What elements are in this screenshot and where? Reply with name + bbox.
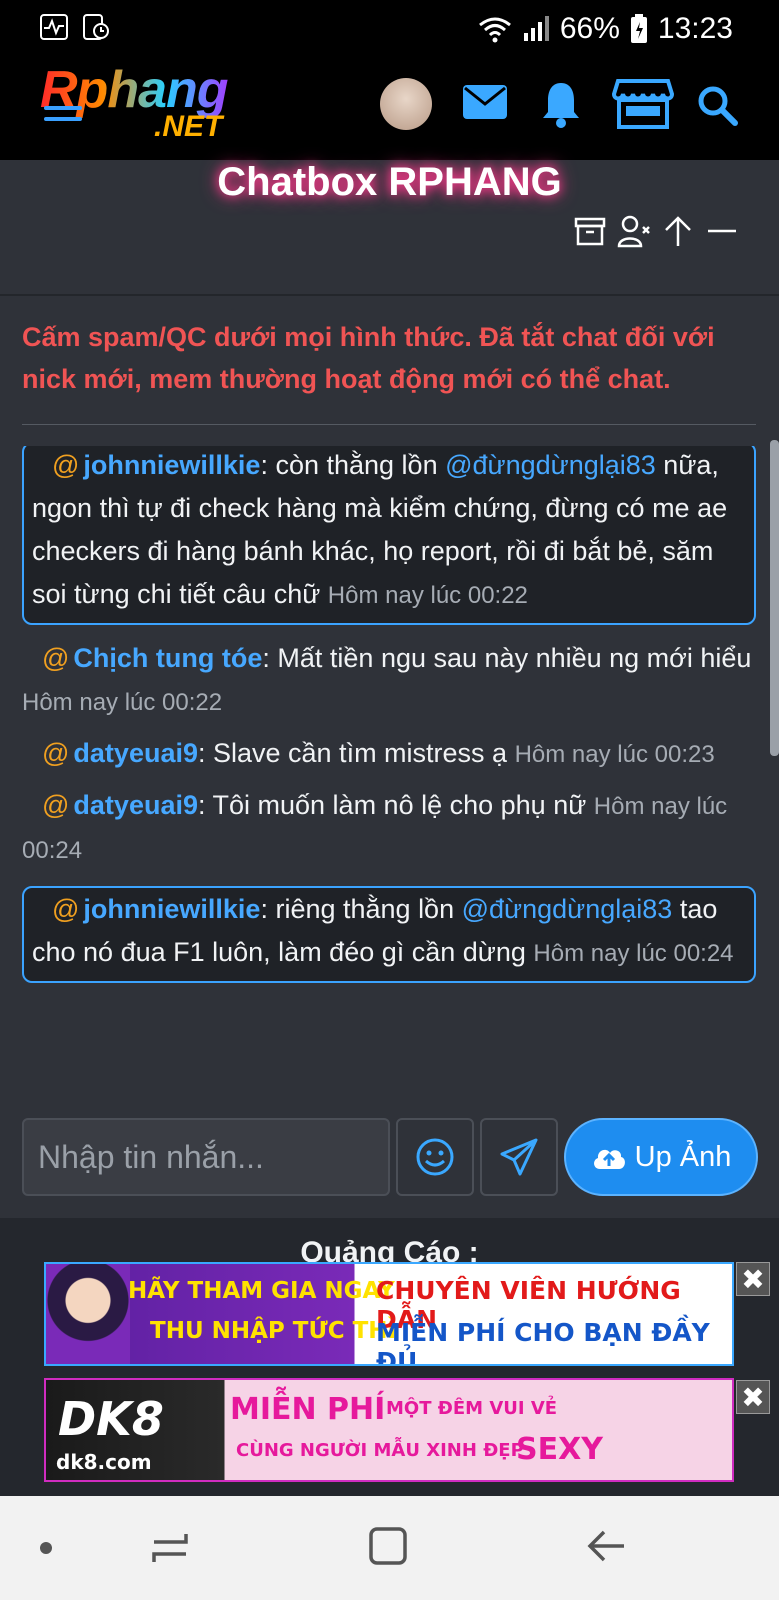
back-icon[interactable]	[586, 1528, 626, 1564]
activity-icon	[40, 14, 68, 40]
ad-banner-1[interactable]: HÃY THAM GIA NGAY THU NHẬP TỨC THÌ CHUYÊ…	[44, 1262, 734, 1366]
nav-dot-icon[interactable]	[38, 1540, 54, 1556]
site-logo[interactable]: Rphang .NET	[36, 60, 346, 156]
at-sign: @	[52, 894, 80, 924]
ad-banner-2[interactable]: DK8 dk8.com MIỄN PHÍ MỘT ĐÊM VUI VẺ CÙNG…	[44, 1378, 734, 1482]
emoji-button[interactable]	[396, 1118, 474, 1196]
chat-message: @ Chịch tung tóe: Mất tiền ngu sau này nh…	[22, 637, 756, 724]
ad-text: SEXY	[516, 1432, 603, 1467]
ads-section: Quảng Cáo : HÃY THAM GIA NGAY THU NHẬP T…	[0, 1218, 779, 1496]
user-remove-icon[interactable]	[617, 214, 651, 248]
message-time: Hôm nay lúc 00:24	[533, 940, 734, 967]
ad-brand: DK8	[58, 1392, 164, 1446]
smiley-icon	[416, 1138, 454, 1176]
mail-icon[interactable]	[462, 84, 508, 120]
wifi-icon	[478, 17, 511, 43]
recent-apps-icon[interactable]	[150, 1530, 190, 1566]
message-username[interactable]: johnniewillkie	[83, 894, 260, 924]
chat-message: @ datyeuai9: Slave cần tìm mistress ạ Hôm…	[22, 732, 756, 776]
battery-percent: 66%	[559, 12, 620, 45]
message-text: : Slave cần tìm mistress ạ	[197, 738, 515, 768]
archive-icon[interactable]	[573, 214, 607, 248]
ad-domain: dk8.com	[56, 1450, 152, 1474]
chat-message: @ johnniewillkie: riêng thằng lồn @đừngdừ…	[22, 886, 756, 983]
message-text: : còn thằng lồn	[260, 450, 446, 480]
at-sign: @	[42, 790, 70, 820]
signal-icon	[523, 16, 549, 41]
battery-icon	[630, 14, 647, 43]
user-avatar[interactable]	[380, 78, 432, 130]
message-time: Hôm nay lúc 00:23	[514, 741, 715, 768]
site-header: Rphang .NET	[0, 54, 779, 160]
message-mention[interactable]: @đừngdừnglại83	[462, 894, 673, 924]
message-text: : Mất tiền ngu sau này nhiều ng mới hiểu	[262, 643, 752, 673]
chat-message: @ datyeuai9: Tôi muốn làm nô lệ cho phụ n…	[22, 784, 756, 872]
at-sign: @	[52, 450, 80, 480]
chatbox-toolbar	[573, 214, 739, 248]
hamburger-menu-icon[interactable]	[44, 106, 82, 128]
ad-text: MIỄN PHÍ CHO BẠN ĐẦY ĐỦ	[376, 1318, 710, 1366]
at-sign: @	[42, 738, 70, 768]
android-nav-bar	[0, 1496, 779, 1600]
chat-messages[interactable]: @ johnniewillkie: còn thằng lồn @đừngdừng…	[22, 446, 756, 1096]
message-input[interactable]	[22, 1118, 390, 1196]
message-username[interactable]: datyeuai9	[73, 790, 198, 820]
ad-text: MIỄN PHÍ	[230, 1392, 386, 1427]
home-icon[interactable]	[368, 1526, 408, 1566]
ad-text: CÙNG NGƯỜI MẪU XINH ĐẸP	[236, 1440, 524, 1461]
message-username[interactable]: johnniewillkie	[83, 450, 260, 480]
arrow-up-icon[interactable]	[661, 214, 695, 248]
search-icon[interactable]	[696, 84, 738, 126]
message-text: : Tôi muốn làm nô lệ cho phụ nữ	[197, 790, 594, 820]
logo-line2: .NET	[154, 110, 223, 143]
messages-scrollbar[interactable]	[770, 440, 779, 756]
ad-text: MỘT ĐÊM VUI VẺ	[386, 1398, 558, 1419]
divider	[0, 294, 779, 296]
chatbox-title: Chatbox RPHANG	[217, 160, 562, 204]
upload-label: Up Ảnh	[634, 1140, 732, 1173]
upload-image-button[interactable]: Up Ảnh	[564, 1118, 758, 1196]
ad-text: HÃY THAM GIA NGAY	[128, 1278, 395, 1304]
minimize-icon[interactable]	[705, 214, 739, 248]
ad-text: THU NHẬP TỨC THÌ	[150, 1318, 397, 1344]
cloud-upload-icon	[593, 1149, 625, 1169]
ad-close-button[interactable]: ✖	[736, 1380, 770, 1414]
divider	[22, 424, 756, 425]
clock-app-icon	[83, 14, 109, 40]
send-button[interactable]	[480, 1118, 558, 1196]
message-username[interactable]: Chịch tung tóe	[73, 643, 262, 673]
notification-bell-icon[interactable]	[540, 80, 582, 128]
ad-close-button[interactable]: ✖	[736, 1262, 770, 1296]
message-username[interactable]: datyeuai9	[73, 738, 198, 768]
status-bar: 66% 13:23	[0, 0, 779, 54]
clock-time: 13:23	[657, 12, 733, 45]
chat-rules-notice: Cấm spam/QC dưới mọi hình thức. Đã tắt c…	[22, 322, 715, 394]
ad-person-image	[46, 1264, 130, 1364]
message-text: : riêng thằng lồn	[260, 894, 462, 924]
send-icon	[500, 1138, 538, 1176]
message-mention[interactable]: @đừngdừnglại83	[445, 450, 656, 480]
chat-message: @ johnniewillkie: còn thằng lồn @đừngdừng…	[22, 446, 756, 625]
message-time: Hôm nay lúc 00:22	[22, 689, 223, 716]
at-sign: @	[42, 643, 70, 673]
message-time: Hôm nay lúc 00:22	[327, 582, 528, 609]
store-icon[interactable]	[612, 78, 674, 130]
